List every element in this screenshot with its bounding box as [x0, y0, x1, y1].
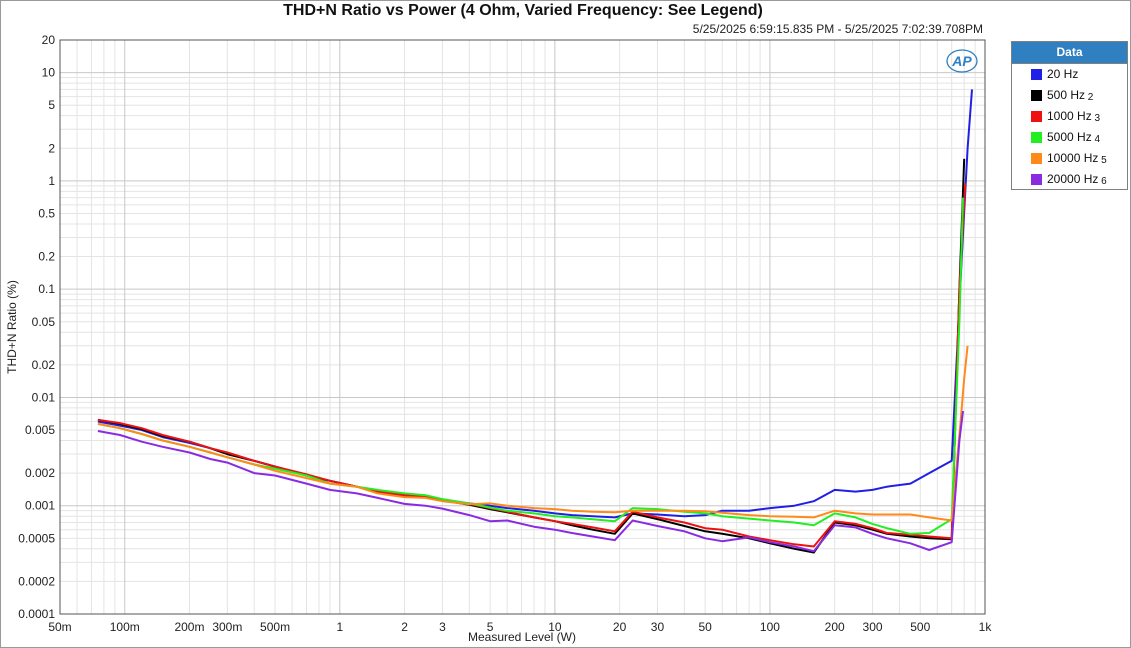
legend-label-text: 1000 Hz [1047, 109, 1092, 123]
major-gridlines [60, 40, 986, 615]
x-tick-label: 200m [174, 620, 204, 634]
legend-items: 20 Hz 500 Hz 2 1000 Hz 3 5000 Hz 4 10000 Hz … [1012, 64, 1127, 190]
ap-logo-icon: AP [946, 49, 978, 73]
ap-logo-text: AP [951, 53, 972, 69]
x-tick-label: 50 [699, 620, 713, 634]
x-tick-label: 300 [863, 620, 883, 634]
x-axis-label: Measured Level (W) [468, 630, 576, 644]
x-tick-label: 1 [336, 620, 343, 634]
legend-label: 5000 Hz 4 [1047, 127, 1100, 150]
legend-item[interactable]: 20 Hz [1012, 64, 1127, 85]
legend-label-index: 5 [1098, 155, 1107, 166]
legend-label-index: 4 [1091, 134, 1101, 145]
y-tick-label: 2 [48, 141, 55, 155]
legend-swatch [1031, 132, 1042, 143]
x-tick-label: 500 [910, 620, 930, 634]
legend-label-text: 20000 Hz [1047, 172, 1099, 186]
legend-label: 20000 Hz 6 [1047, 169, 1107, 192]
plot-area [59, 39, 986, 615]
y-tick-label: 0.001 [25, 499, 55, 513]
legend-swatch [1031, 69, 1042, 80]
x-tick-label: 50m [48, 620, 71, 634]
y-tick-label: 0.0005 [18, 531, 55, 545]
y-tick-label: 10 [42, 66, 56, 80]
legend-swatch [1031, 153, 1042, 164]
y-axis-ticks: 20 10 5 2 1 0.5 0.2 0.1 0.05 0.02 0.01 0.005 0.002 0.… [18, 33, 55, 621]
legend-swatch [1031, 111, 1042, 122]
x-tick-label: 100 [760, 620, 780, 634]
y-tick-label: 0.5 [38, 206, 55, 220]
legend-item[interactable]: 5000 Hz 4 [1012, 127, 1127, 148]
legend-label-index: 2 [1085, 92, 1094, 103]
legend-label: 10000 Hz 5 [1047, 148, 1107, 171]
legend-item[interactable]: 10000 Hz 5 [1012, 148, 1127, 169]
y-tick-label: 0.2 [38, 250, 55, 264]
chart-canvas: 50m 100m 200m 300m 500m 1 2 3 5 10 20 30 50 100 200 300… [5, 33, 993, 644]
legend-label-text: 5000 Hz [1047, 130, 1092, 144]
x-tick-label: 100m [110, 620, 140, 634]
legend-label-text: 20 Hz [1047, 67, 1079, 81]
y-axis-label: THD+N Ratio (%) [5, 280, 19, 374]
y-tick-label: 0.02 [32, 358, 56, 372]
x-tick-label: 1k [979, 620, 993, 634]
legend-label-text: 10000 Hz [1047, 151, 1099, 165]
y-tick-label: 20 [42, 33, 56, 47]
legend-swatch [1031, 90, 1042, 101]
x-tick-label: 200 [825, 620, 845, 634]
legend-item[interactable]: 20000 Hz 6 [1012, 169, 1127, 190]
y-tick-label: 0.002 [25, 466, 55, 480]
legend-panel[interactable]: Data 20 Hz 500 Hz 2 1000 Hz 3 5000 Hz 4 1000… [1011, 41, 1128, 190]
series-layer [97, 89, 973, 554]
x-tick-label: 3 [439, 620, 446, 634]
legend-label-text: 500 Hz [1047, 88, 1086, 102]
legend-item[interactable]: 1000 Hz 3 [1012, 106, 1127, 127]
legend-swatch [1031, 174, 1042, 185]
y-tick-label: 0.005 [25, 423, 55, 437]
legend-label-index: 6 [1098, 176, 1107, 187]
legend-label: 500 Hz 2 [1047, 85, 1093, 108]
y-tick-label: 0.05 [32, 315, 56, 329]
chart-title: THD+N Ratio vs Power (4 Ohm, Varied Freq… [283, 2, 763, 19]
legend-header: Data [1012, 42, 1127, 64]
legend-item[interactable]: 500 Hz 2 [1012, 85, 1127, 106]
series-line [97, 345, 969, 522]
x-tick-label: 30 [651, 620, 665, 634]
x-tick-label: 500m [260, 620, 290, 634]
legend-label: 20 Hz [1047, 64, 1078, 85]
minor-gridlines [59, 39, 985, 614]
x-tick-label: 300m [212, 620, 242, 634]
legend-label: 1000 Hz 3 [1047, 106, 1100, 129]
y-tick-label: 0.1 [38, 282, 55, 296]
x-tick-label: 2 [401, 620, 408, 634]
legend-label-index: 3 [1091, 113, 1101, 124]
y-tick-label: 1 [48, 174, 55, 188]
chart-timestamp: 5/25/2025 6:59:15.835 PM - 5/25/2025 7:0… [692, 22, 983, 36]
y-tick-label: 0.0002 [18, 574, 55, 588]
y-tick-label: 0.0001 [18, 607, 55, 621]
y-tick-label: 5 [48, 98, 55, 112]
x-tick-label: 20 [613, 620, 627, 634]
y-tick-label: 0.01 [32, 390, 56, 404]
